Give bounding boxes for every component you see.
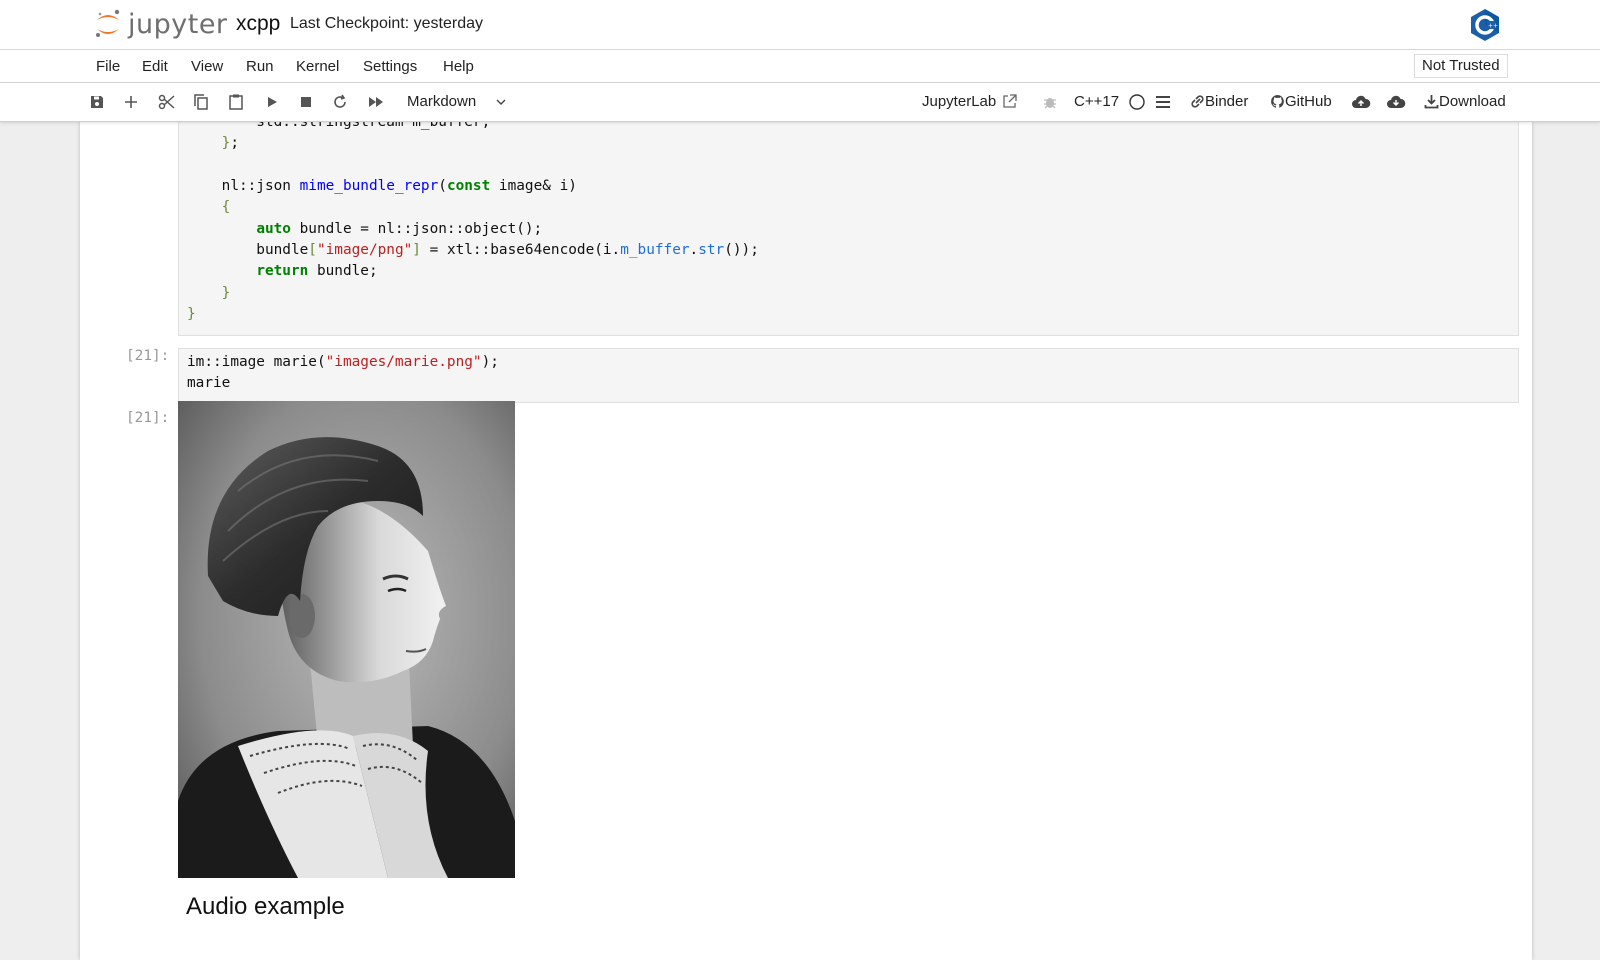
github-link[interactable]: GitHub — [1270, 93, 1332, 110]
clipboard-icon — [229, 94, 243, 110]
debugger-button[interactable] — [1040, 92, 1060, 112]
jupyter-logo-icon — [96, 9, 120, 37]
code-cell-image-class[interactable]: std::stringstream m_buffer; }; nl::json … — [178, 121, 1519, 336]
stop-icon — [301, 97, 311, 107]
list-icon — [1156, 96, 1170, 108]
save-icon — [91, 96, 103, 108]
restart-run-all-button[interactable] — [366, 92, 386, 112]
jupyter-logo[interactable]: jupyter — [94, 8, 228, 40]
checkpoint-status: Last Checkpoint: yesterday — [290, 15, 483, 32]
code-line: } — [187, 285, 231, 301]
binder-label: Binder — [1205, 93, 1249, 110]
code-line: bundle["image/png"] = xtl::base64encode(… — [187, 242, 759, 258]
notebook-name[interactable]: xcpp — [236, 12, 280, 36]
command-palette-button[interactable] — [1153, 92, 1173, 112]
code-line: } — [187, 306, 196, 322]
cpp-kernel-logo-icon: ++ — [1471, 9, 1499, 41]
notebook-panel: std::stringstream m_buffer; }; nl::json … — [80, 121, 1532, 960]
kernel-name[interactable]: C++17 — [1074, 93, 1119, 110]
run-cell-button[interactable] — [262, 92, 282, 112]
copy-button[interactable] — [191, 92, 211, 112]
download-label: Download — [1439, 93, 1506, 110]
restart-kernel-button[interactable] — [330, 92, 350, 112]
download-icon — [1424, 95, 1439, 109]
bug-icon — [1044, 98, 1056, 109]
interrupt-kernel-button[interactable] — [296, 92, 316, 112]
link-icon — [1191, 95, 1204, 108]
upload-to-cloud-button[interactable] — [1351, 92, 1371, 112]
notebook-toolbar: Markdown JupyterLab C++17 Binder GitHub … — [0, 83, 1600, 122]
play-icon — [268, 97, 277, 107]
fast-forward-icon — [369, 97, 383, 107]
markdown-heading-audio: Audio example — [186, 893, 345, 920]
external-link-icon — [1003, 94, 1017, 108]
scissors-icon — [158, 94, 175, 110]
code-line: std::stringstream m_buffer; — [187, 121, 491, 130]
output-portrait-image — [178, 401, 515, 878]
code-line: marie — [187, 375, 231, 391]
cell-type-select[interactable]: Markdown — [407, 93, 476, 110]
jupyterlab-label: JupyterLab — [922, 93, 997, 110]
code-line: }; — [187, 135, 239, 151]
menu-kernel[interactable]: Kernel — [296, 58, 339, 75]
menu-settings[interactable]: Settings — [363, 58, 417, 75]
top-bar: jupyter xcpp Last Checkpoint: yesterday … — [0, 0, 1600, 50]
github-icon — [1271, 94, 1284, 108]
menu-help[interactable]: Help — [443, 58, 474, 75]
plus-icon — [125, 96, 137, 108]
paste-button[interactable] — [226, 92, 246, 112]
add-cell-button[interactable] — [121, 92, 141, 112]
open-jupyterlab-link[interactable]: JupyterLab — [922, 93, 1017, 110]
code-line: { — [187, 199, 231, 215]
download-from-cloud-button[interactable] — [1386, 92, 1406, 112]
jupyter-wordmark: jupyter — [128, 8, 228, 40]
download-button[interactable]: Download — [1424, 93, 1506, 110]
code-cell-marie[interactable]: im::image marie("images/marie.png"); mar… — [178, 348, 1519, 403]
code-line: im::image marie("images/marie.png"); — [187, 354, 499, 370]
code-line: nl::json mime_bundle_repr(const image& i… — [187, 178, 577, 194]
input-prompt: [21]: — [126, 348, 170, 364]
cut-button[interactable] — [157, 92, 177, 112]
restart-icon — [334, 94, 346, 108]
cloud-upload-icon — [1352, 95, 1371, 108]
chevron-down-icon — [496, 99, 506, 105]
menu-file[interactable]: File — [96, 58, 120, 75]
svg-text:++: ++ — [1488, 23, 1498, 30]
kernel-idle-circle-icon — [1129, 94, 1145, 110]
trust-indicator[interactable]: Not Trusted — [1414, 54, 1508, 78]
output-prompt: [21]: — [126, 410, 170, 426]
menu-view[interactable]: View — [191, 58, 223, 75]
github-label: GitHub — [1285, 93, 1332, 110]
menu-bar: File Edit View Run Kernel Settings Help … — [0, 50, 1600, 83]
binder-link[interactable]: Binder — [1190, 93, 1248, 110]
menu-edit[interactable]: Edit — [142, 58, 168, 75]
save-button[interactable] — [87, 92, 107, 112]
code-line: return bundle; — [256, 263, 378, 279]
copy-icon — [194, 94, 208, 110]
cloud-download-icon — [1387, 95, 1406, 108]
code-line: auto bundle = nl::json::object(); — [256, 221, 543, 237]
menu-run[interactable]: Run — [246, 58, 274, 75]
kernel-status-indicator — [1127, 92, 1147, 112]
